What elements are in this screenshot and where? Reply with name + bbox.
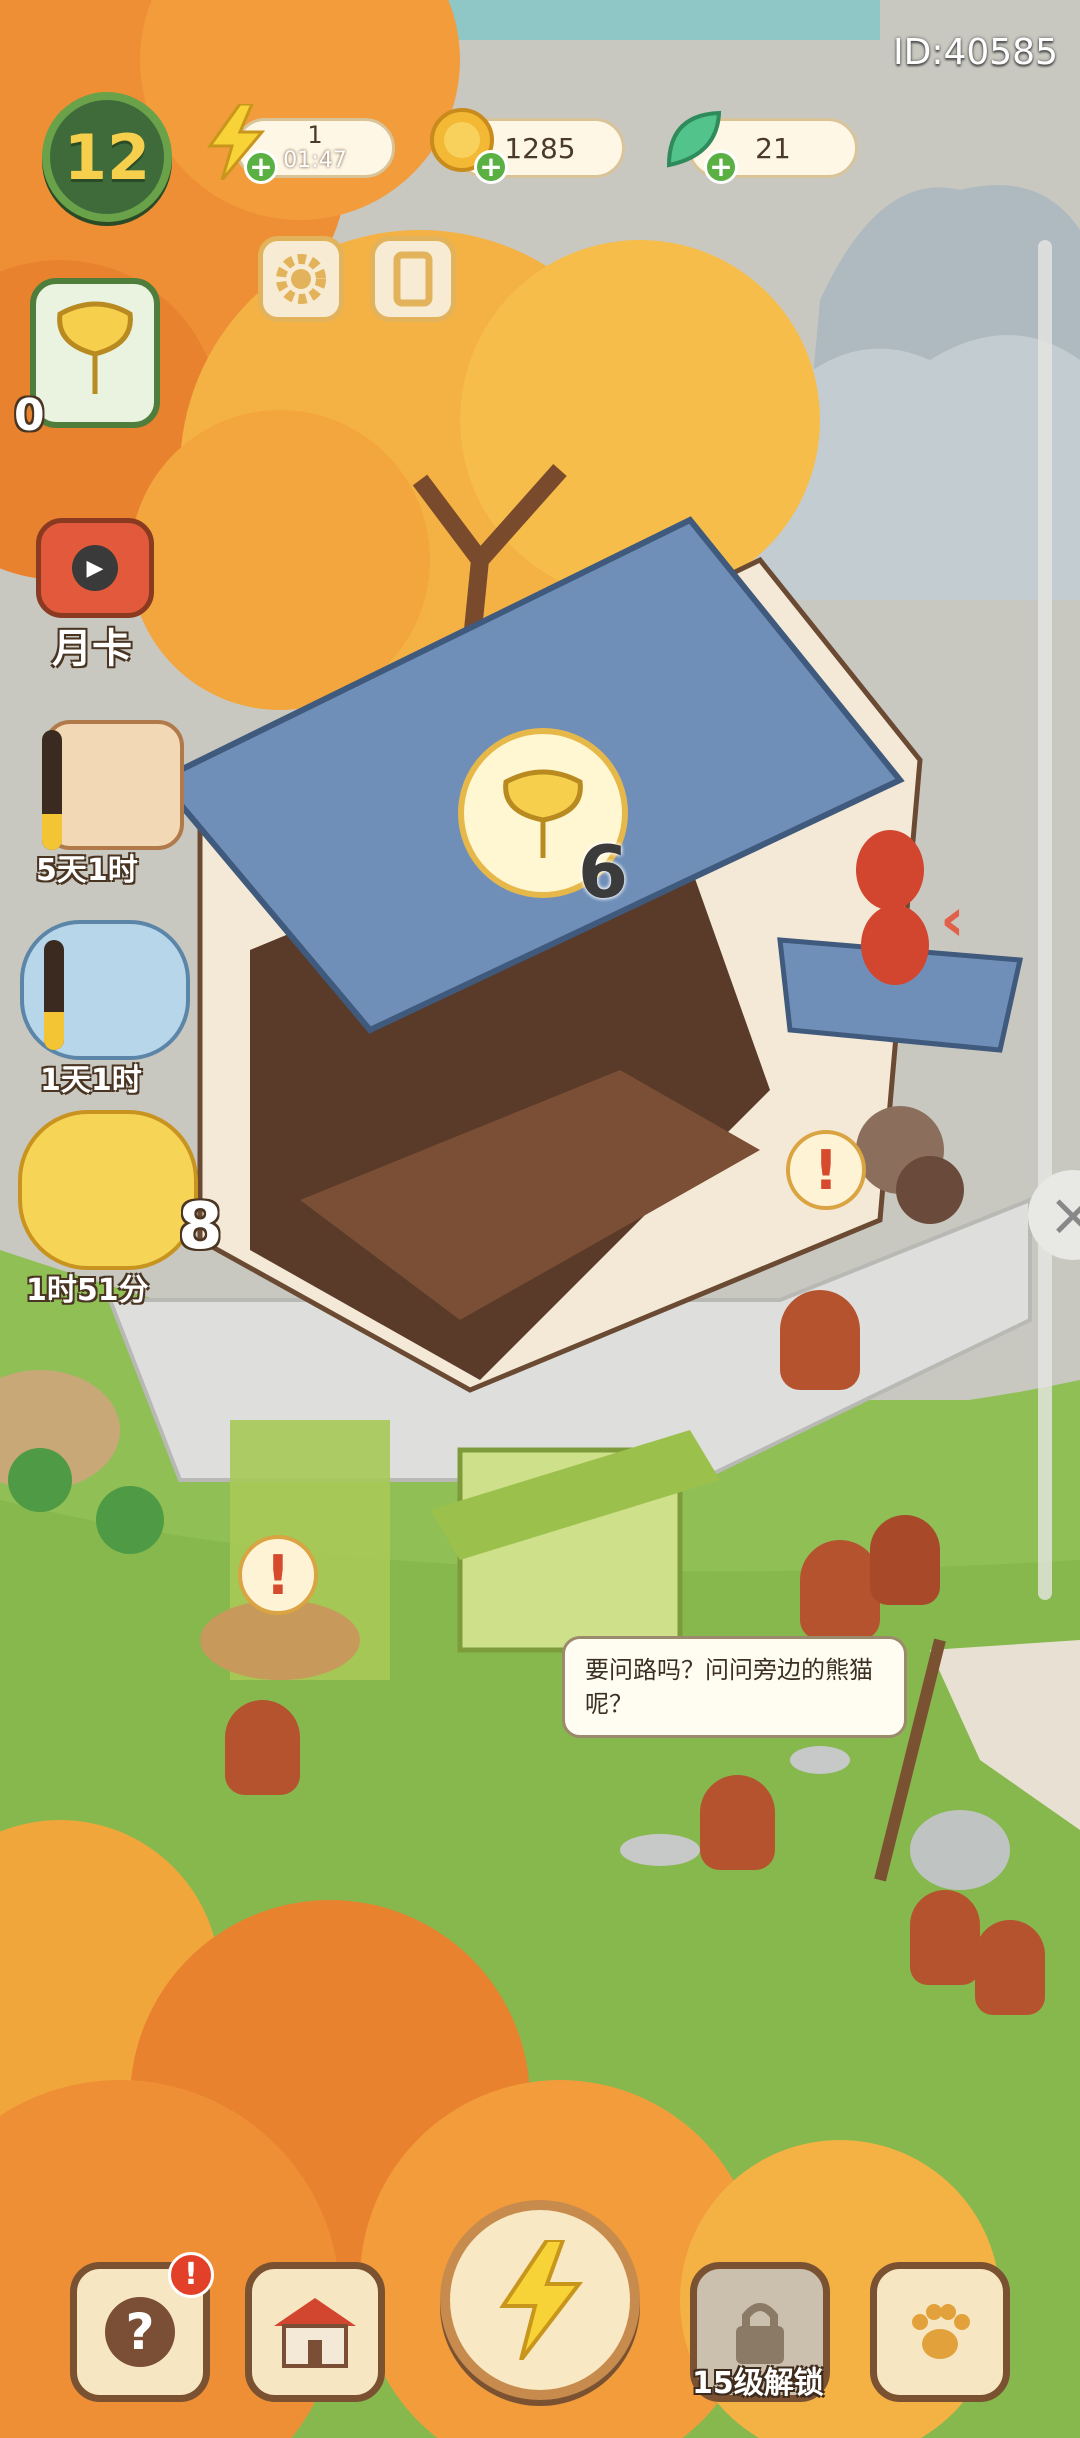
red-panda-npc[interactable] (975, 1920, 1045, 2015)
monthly-card-label: 月卡 (52, 626, 132, 672)
event-panda-bonus-time-left: 1时51分 (26, 1273, 149, 1308)
video-play-icon: ▶ (72, 545, 118, 591)
red-panda-npc[interactable] (910, 1890, 980, 1985)
card-button[interactable] (370, 236, 456, 322)
settings-button[interactable] (258, 236, 344, 322)
add-coins-button[interactable]: + (474, 150, 508, 184)
event-panda-bonus-count: 8 (178, 1190, 223, 1264)
house-button[interactable] (245, 2262, 385, 2402)
player-level: 12 (63, 120, 151, 194)
ginkgo-reward-count: 6 (578, 830, 629, 914)
add-energy-button[interactable]: + (244, 150, 278, 184)
locked-feature-label: 15级解锁 (692, 2366, 824, 2401)
energy-value: 1 (307, 121, 323, 149)
ginkgo-leaf-icon (57, 301, 133, 394)
player-level-badge[interactable]: 12 (42, 92, 172, 222)
card-icon (393, 251, 433, 307)
quest-alert-icon[interactable]: ! (238, 1535, 318, 1615)
monthly-card-button[interactable]: ▶ (36, 518, 154, 618)
player-id: ID:40585 (893, 32, 1058, 73)
npc-speech-bubble: 要问路吗？问问旁边的熊猫呢？ (562, 1636, 907, 1738)
gear-icon (276, 254, 326, 304)
event-tea-panda[interactable] (44, 720, 184, 850)
coin-value: 1285 (504, 131, 576, 165)
event-spirit-time-left: 1天1时 (40, 1063, 142, 1098)
house-icon (274, 2298, 356, 2368)
house-side-arrow[interactable]: ‹ (940, 890, 1000, 950)
lightning-icon (499, 2240, 584, 2360)
event-tea-timer-bar (42, 730, 62, 850)
event-spirit-timer-fill (44, 1011, 64, 1050)
paw-icon (912, 2304, 970, 2359)
notification-badge: ! (168, 2252, 214, 2298)
jade-leaf-value: 21 (755, 131, 791, 165)
event-panda-bonus[interactable] (18, 1110, 198, 1270)
red-panda-npc[interactable] (800, 1540, 880, 1640)
npc-speech-text: 要问路吗？问问旁边的熊猫呢？ (585, 1656, 873, 1718)
ginkgo-leaf-board[interactable] (30, 278, 160, 428)
red-panda-npc[interactable] (225, 1700, 300, 1795)
quest-alert-icon[interactable]: ! (786, 1130, 866, 1210)
energy-timer: 01:47 (283, 148, 347, 173)
event-tea-time-left: 5天1时 (36, 853, 138, 888)
add-jade-leaf-button[interactable]: + (704, 150, 738, 184)
main-action-button[interactable] (440, 2200, 640, 2400)
ginkgo-board-count: 0 (14, 390, 45, 441)
red-panda-npc[interactable] (780, 1290, 860, 1390)
paw-button[interactable] (870, 2262, 1010, 2402)
question-mark-icon: ? (105, 2297, 175, 2367)
event-spirit-timer-bar (44, 940, 64, 1050)
red-panda-npc[interactable] (700, 1775, 775, 1870)
red-panda-npc[interactable] (870, 1515, 940, 1605)
